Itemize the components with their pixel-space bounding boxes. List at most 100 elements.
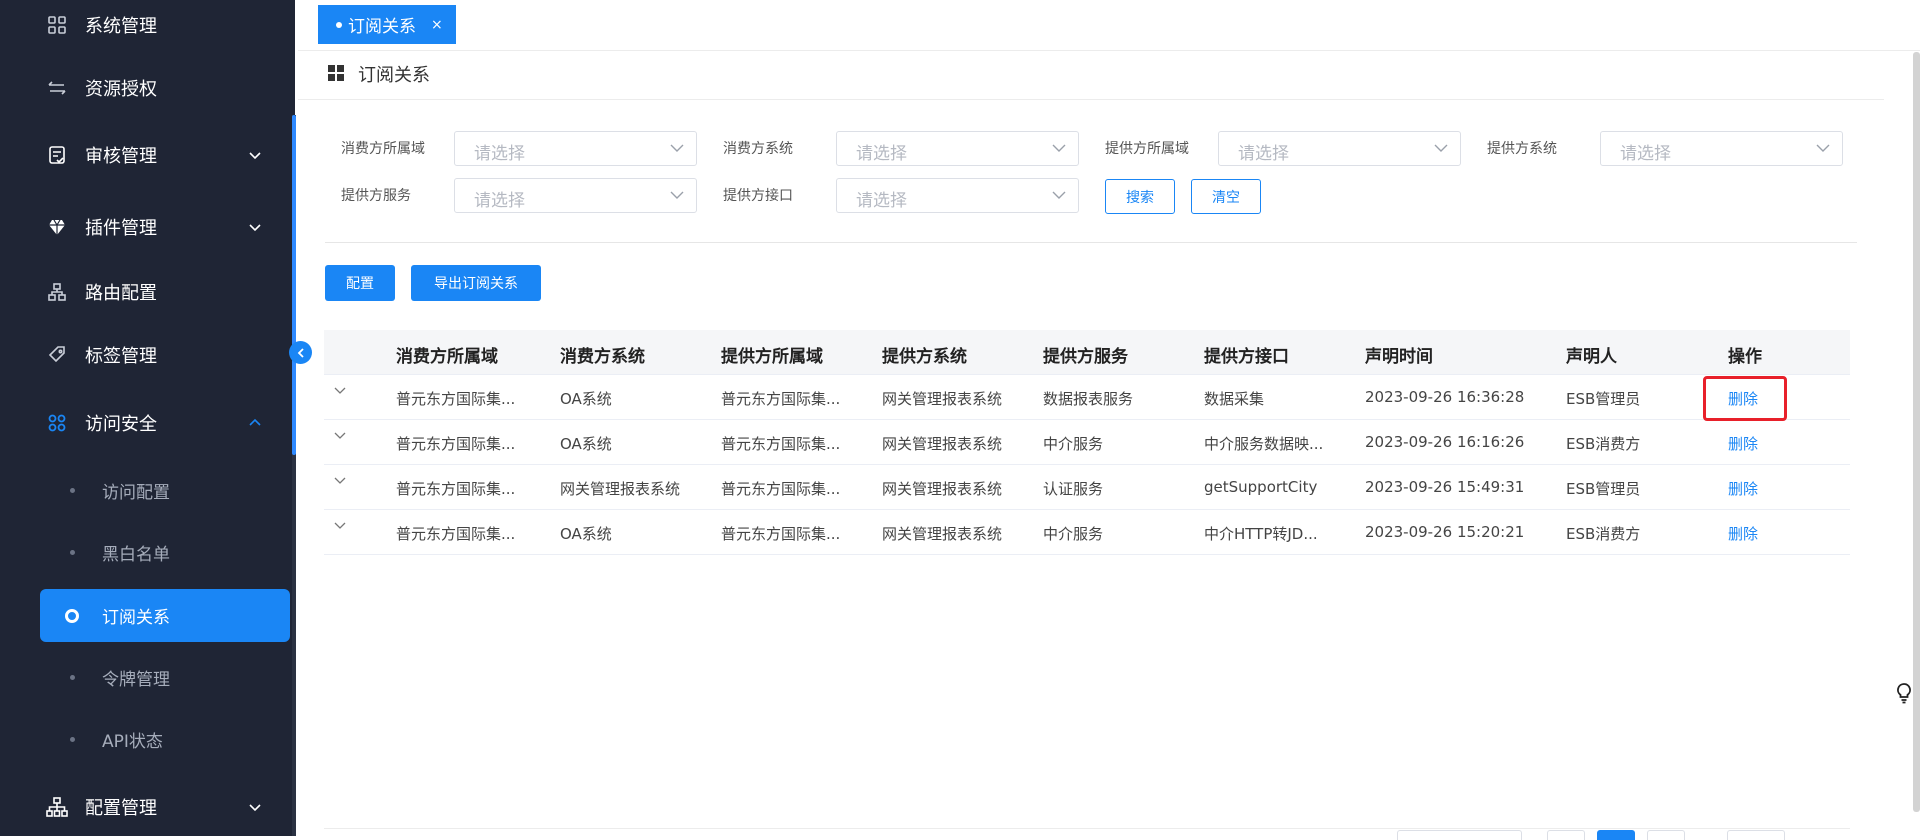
- sidebar-collapse-button[interactable]: [289, 341, 312, 364]
- expand-chevron-icon[interactable]: [333, 521, 347, 531]
- sidebar-item-system[interactable]: 系统管理: [0, 1, 295, 49]
- chevron-down-icon: [249, 152, 261, 160]
- provider-interface-select[interactable]: 请选择: [836, 178, 1079, 213]
- page-size-select[interactable]: [1397, 830, 1522, 840]
- table-cell: OA系统: [560, 390, 612, 408]
- table-row: 普元东方国际集... OA系统 普元东方国际集... 网关管理报表系统 中介服务…: [324, 510, 1850, 555]
- chevron-down-icon: [1816, 144, 1830, 152]
- pagination-divider: [324, 828, 1850, 829]
- sidebar-item-resource-auth[interactable]: 资源授权: [0, 64, 295, 112]
- expand-chevron-icon[interactable]: [333, 476, 347, 486]
- table-cell: 2023-09-26 16:36:28: [1365, 388, 1525, 406]
- provider-service-label: 提供方服务: [341, 188, 411, 204]
- delete-link[interactable]: 删除: [1728, 478, 1758, 499]
- audit-icon: [46, 144, 68, 166]
- provider-service-select[interactable]: 请选择: [454, 178, 697, 213]
- table-cell: 网关管理报表系统: [882, 435, 1003, 453]
- expand-chevron-icon[interactable]: [333, 386, 347, 396]
- select-placeholder: 请选择: [474, 144, 525, 164]
- table-cell: 普元东方国际集...: [721, 435, 841, 453]
- chevron-left-icon: [297, 347, 304, 358]
- page-title: 订阅关系: [358, 65, 430, 86]
- column-header: 提供方服务: [1043, 347, 1128, 367]
- sidebar-item-tag[interactable]: 标签管理: [0, 331, 295, 379]
- sidebar-subitem-label: 令牌管理: [102, 669, 170, 690]
- current-page-button[interactable]: [1597, 830, 1635, 840]
- select-placeholder: 请选择: [474, 191, 525, 211]
- sidebar-item-label: 访问安全: [85, 414, 157, 435]
- prev-page-button[interactable]: [1547, 830, 1585, 840]
- table-cell: 中介服务: [1043, 525, 1104, 543]
- table-cell: 普元东方国际集...: [721, 390, 841, 408]
- sidebar-item-label: 审核管理: [85, 146, 157, 167]
- chevron-up-icon: [249, 418, 261, 426]
- sidebar-item-plugin[interactable]: 插件管理: [0, 203, 295, 251]
- chevron-down-icon: [249, 804, 261, 812]
- table-cell: ESB管理员: [1566, 480, 1641, 498]
- delete-link[interactable]: 删除: [1728, 433, 1758, 454]
- select-placeholder: 请选择: [1238, 144, 1289, 164]
- table-cell: 普元东方国际集...: [396, 390, 516, 408]
- table-row: 普元东方国际集... OA系统 普元东方国际集... 网关管理报表系统 中介服务…: [324, 420, 1850, 465]
- lightbulb-icon[interactable]: [1895, 682, 1913, 708]
- sidebar-subitem-api-status[interactable]: API状态: [0, 714, 295, 764]
- sidebar-item-label: 路由配置: [85, 283, 157, 304]
- column-header: 消费方所属域: [396, 347, 498, 367]
- sidebar-subitem-label: 访问配置: [102, 482, 170, 503]
- table-cell: 普元东方国际集...: [396, 435, 516, 453]
- table-cell: 中介服务数据映...: [1204, 435, 1324, 453]
- sidebar-subitem-subscription[interactable]: 订阅关系: [40, 589, 290, 642]
- diamond-icon: [46, 216, 68, 238]
- table-header: 消费方所属域 消费方系统 提供方所属域 提供方系统 提供方服务 提供方接口 声明…: [324, 330, 1850, 375]
- consumer-domain-label: 消费方所属域: [341, 141, 425, 157]
- page-jump-input[interactable]: [1727, 830, 1785, 840]
- bullet-icon: [70, 736, 75, 742]
- provider-system-select[interactable]: 请选择: [1600, 131, 1843, 166]
- table-cell: 2023-09-26 15:20:21: [1365, 523, 1525, 541]
- table-cell: 2023-09-26 16:16:26: [1365, 433, 1525, 451]
- tab-label: 订阅关系: [348, 17, 416, 37]
- sidebar-item-config[interactable]: 配置管理: [0, 783, 295, 831]
- sidebar-item-route[interactable]: 路由配置: [0, 268, 295, 316]
- chevron-down-icon: [249, 224, 261, 232]
- expand-chevron-icon[interactable]: [333, 431, 347, 441]
- bullet-icon: [70, 487, 75, 493]
- table-row: 普元东方国际集... 网关管理报表系统 普元东方国际集... 网关管理报表系统 …: [324, 465, 1850, 510]
- sidebar-item-access-security[interactable]: 访问安全: [0, 399, 295, 447]
- provider-domain-select[interactable]: 请选择: [1218, 131, 1461, 166]
- export-subscription-button[interactable]: 导出订阅关系: [411, 265, 541, 301]
- sidebar-subitem-label: 订阅关系: [102, 608, 170, 628]
- sidebar-subitem-black-white-list[interactable]: 黑白名单: [0, 527, 295, 577]
- table-cell: ESB消费方: [1566, 525, 1641, 543]
- transfer-icon: [46, 77, 68, 99]
- page-header: 订阅关系: [298, 52, 1884, 100]
- next-page-button[interactable]: [1647, 830, 1685, 840]
- tab-subscription[interactable]: 订阅关系 ×: [318, 5, 456, 44]
- consumer-domain-select[interactable]: 请选择: [454, 131, 697, 166]
- consumer-system-select[interactable]: 请选择: [836, 131, 1079, 166]
- search-button[interactable]: 搜索: [1105, 179, 1175, 214]
- clear-button[interactable]: 清空: [1191, 179, 1261, 214]
- column-header: 操作: [1728, 347, 1762, 367]
- table-cell: 认证服务: [1043, 480, 1104, 498]
- column-header: 消费方系统: [560, 347, 645, 367]
- table-cell: 普元东方国际集...: [721, 480, 841, 498]
- table-cell: OA系统: [560, 435, 612, 453]
- sidebar-item-audit[interactable]: 审核管理: [0, 131, 295, 179]
- sitemap-icon: [46, 796, 68, 818]
- table-cell: ESB消费方: [1566, 435, 1641, 453]
- tab-bar: 订阅关系 ×: [298, 0, 1920, 51]
- sidebar-subitem-access-config[interactable]: 访问配置: [0, 465, 295, 515]
- column-header: 声明时间: [1365, 347, 1433, 367]
- sidebar-item-label: 标签管理: [85, 346, 157, 367]
- page-scrollbar[interactable]: [1913, 52, 1920, 812]
- bullet-icon: [70, 674, 75, 680]
- config-button[interactable]: 配置: [325, 265, 395, 301]
- table-cell: getSupportCity: [1204, 478, 1318, 496]
- close-icon[interactable]: ×: [431, 17, 443, 33]
- chevron-down-icon: [670, 144, 684, 152]
- table-cell: 中介HTTP转JD...: [1204, 525, 1318, 543]
- sidebar-subitem-token[interactable]: 令牌管理: [0, 652, 295, 702]
- delete-link[interactable]: 删除: [1728, 523, 1758, 544]
- select-placeholder: 请选择: [1620, 144, 1671, 164]
